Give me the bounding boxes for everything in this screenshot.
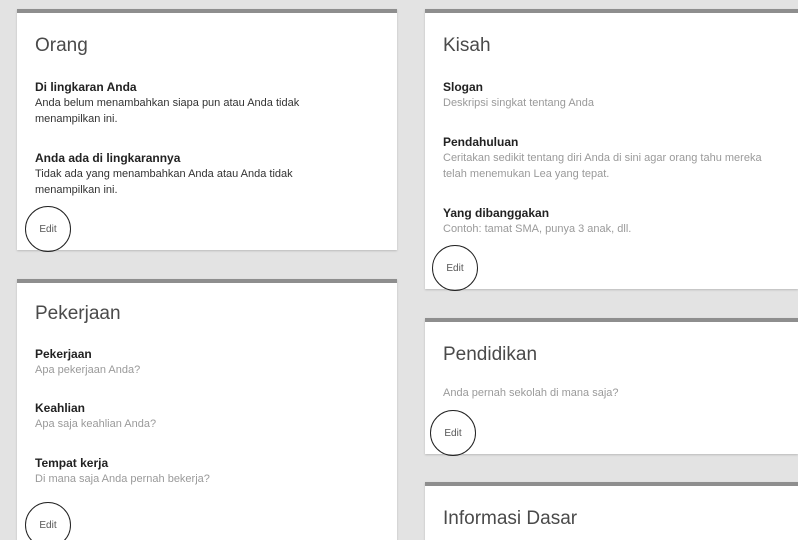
work-edit-button[interactable]: Edit xyxy=(25,502,71,540)
story-edit-button[interactable]: Edit xyxy=(432,245,478,291)
have-you-in-circles-label: Anda ada di lingkarannya xyxy=(35,151,181,165)
basic-info-card: Informasi Dasar xyxy=(425,482,798,540)
skills-placeholder: Apa saja keahlian Anda? xyxy=(35,418,157,430)
education-edit-button[interactable]: Edit xyxy=(430,410,476,456)
story-card: Kisah Slogan Deskripsi singkat tentang A… xyxy=(425,9,798,291)
introduction-placeholder: Ceritakan sedikit tentang diri Anda di s… xyxy=(443,152,762,180)
occupation-placeholder: Apa pekerjaan Anda? xyxy=(35,364,141,376)
people-card-title: Orang xyxy=(35,35,88,56)
education-card-title: Pendidikan xyxy=(443,344,538,365)
skills-label: Keahlian xyxy=(35,401,86,415)
basic-info-card-title: Informasi Dasar xyxy=(443,508,578,529)
profile-about-page: Orang Di lingkaran Anda Anda belum menam… xyxy=(0,0,798,540)
work-card: Pekerjaan Pekerjaan Apa pekerjaan Anda? … xyxy=(17,279,397,540)
in-your-circles-label: Di lingkaran Anda xyxy=(35,80,137,94)
bragging-rights-label: Yang dibanggakan xyxy=(443,206,550,220)
have-you-in-circles-field: Anda ada di lingkarannya Tidak ada yang … xyxy=(35,150,335,198)
tagline-label: Slogan xyxy=(443,80,484,94)
in-your-circles-field: Di lingkaran Anda Anda belum menambahkan… xyxy=(35,79,335,127)
workplace-label: Tempat kerja xyxy=(35,456,109,470)
have-you-in-circles-value: Tidak ada yang menambahkan Anda atau And… xyxy=(35,168,293,196)
introduction-label: Pendahuluan xyxy=(443,135,519,149)
people-card: Orang Di lingkaran Anda Anda belum menam… xyxy=(17,9,397,252)
work-card-title: Pekerjaan xyxy=(35,303,121,324)
tagline-placeholder: Deskripsi singkat tentang Anda xyxy=(443,97,595,109)
occupation-field: Pekerjaan Apa pekerjaan Anda? xyxy=(35,346,335,378)
workplace-field: Tempat kerja Di mana saja Anda pernah be… xyxy=(35,455,335,487)
schools-field: Anda pernah sekolah di mana saja? xyxy=(443,385,788,401)
bragging-rights-field: Yang dibanggakan Contoh: tamat SMA, puny… xyxy=(443,205,788,237)
people-edit-button[interactable]: Edit xyxy=(25,206,71,252)
tagline-field: Slogan Deskripsi singkat tentang Anda xyxy=(443,79,788,111)
schools-placeholder: Anda pernah sekolah di mana saja? xyxy=(443,387,619,399)
occupation-label: Pekerjaan xyxy=(35,347,92,361)
introduction-field: Pendahuluan Ceritakan sedikit tentang di… xyxy=(443,134,788,182)
education-card: Pendidikan Anda pernah sekolah di mana s… xyxy=(425,318,798,456)
story-card-title: Kisah xyxy=(443,35,491,56)
bragging-rights-placeholder: Contoh: tamat SMA, punya 3 anak, dll. xyxy=(443,223,632,235)
workplace-placeholder: Di mana saja Anda pernah bekerja? xyxy=(35,473,210,485)
in-your-circles-value: Anda belum menambahkan siapa pun atau An… xyxy=(35,97,300,125)
skills-field: Keahlian Apa saja keahlian Anda? xyxy=(35,400,335,432)
